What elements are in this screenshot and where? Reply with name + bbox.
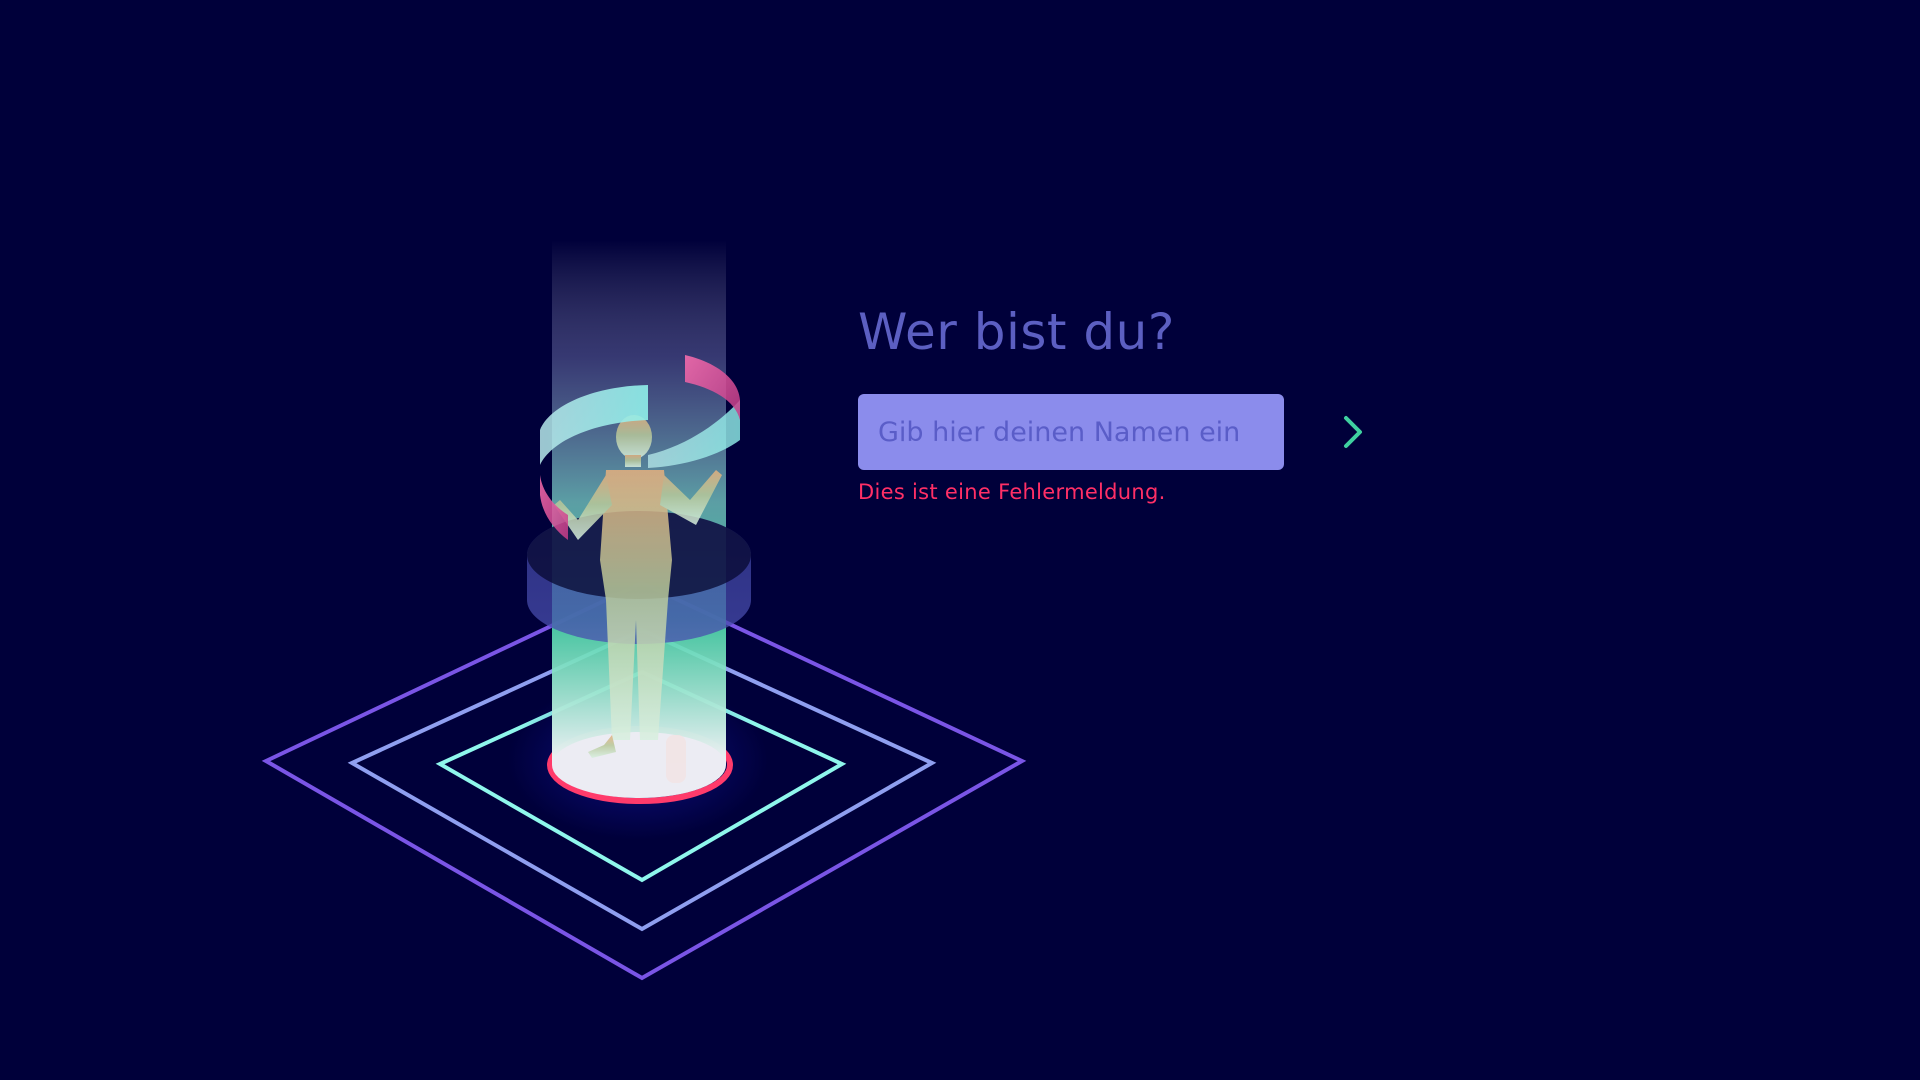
hologram-illustration [261,240,1027,981]
input-row [858,394,1398,470]
arrow-right-icon [1308,416,1362,448]
page-title: Wer bist du? [858,303,1175,361]
name-entry-screen: Wer bist du? Dies ist eine Fehlermeldung… [0,0,1920,1080]
error-message: Dies ist eine Fehlermeldung. [858,480,1166,504]
name-form: Wer bist du? Dies ist eine Fehlermeldung… [858,300,1398,504]
name-input[interactable] [858,394,1284,470]
beam-base [552,732,726,798]
submit-button[interactable] [1308,408,1368,456]
